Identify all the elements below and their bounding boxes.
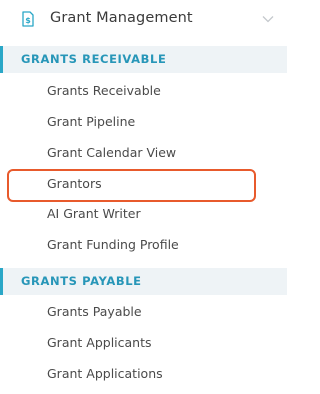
document-dollar-icon: $ xyxy=(22,11,34,27)
grant-management-header[interactable]: $ Grant Management xyxy=(0,0,287,38)
menu-item-grant-pipeline[interactable]: Grant Pipeline xyxy=(47,114,135,130)
menu-item-grant-applications[interactable]: Grant Applications xyxy=(47,366,163,382)
menu-item-grant-calendar-view[interactable]: Grant Calendar View xyxy=(47,145,176,161)
header-title: Grant Management xyxy=(50,10,193,26)
section-grants-receivable: GRANTS RECEIVABLE xyxy=(0,46,287,73)
menu-item-ai-grant-writer[interactable]: AI Grant Writer xyxy=(47,206,141,222)
section-label: GRANTS PAYABLE xyxy=(21,274,142,288)
menu-item-grant-funding-profile[interactable]: Grant Funding Profile xyxy=(47,237,179,253)
highlight-box xyxy=(7,169,256,202)
section-label: GRANTS RECEIVABLE xyxy=(21,52,167,66)
menu-item-grants-payable[interactable]: Grants Payable xyxy=(47,304,142,320)
section-grants-payable: GRANTS PAYABLE xyxy=(0,268,287,295)
svg-text:$: $ xyxy=(25,16,31,25)
menu-item-grants-receivable[interactable]: Grants Receivable xyxy=(47,83,161,99)
menu-item-grant-applicants[interactable]: Grant Applicants xyxy=(47,335,152,351)
chevron-down-icon[interactable] xyxy=(262,15,274,23)
